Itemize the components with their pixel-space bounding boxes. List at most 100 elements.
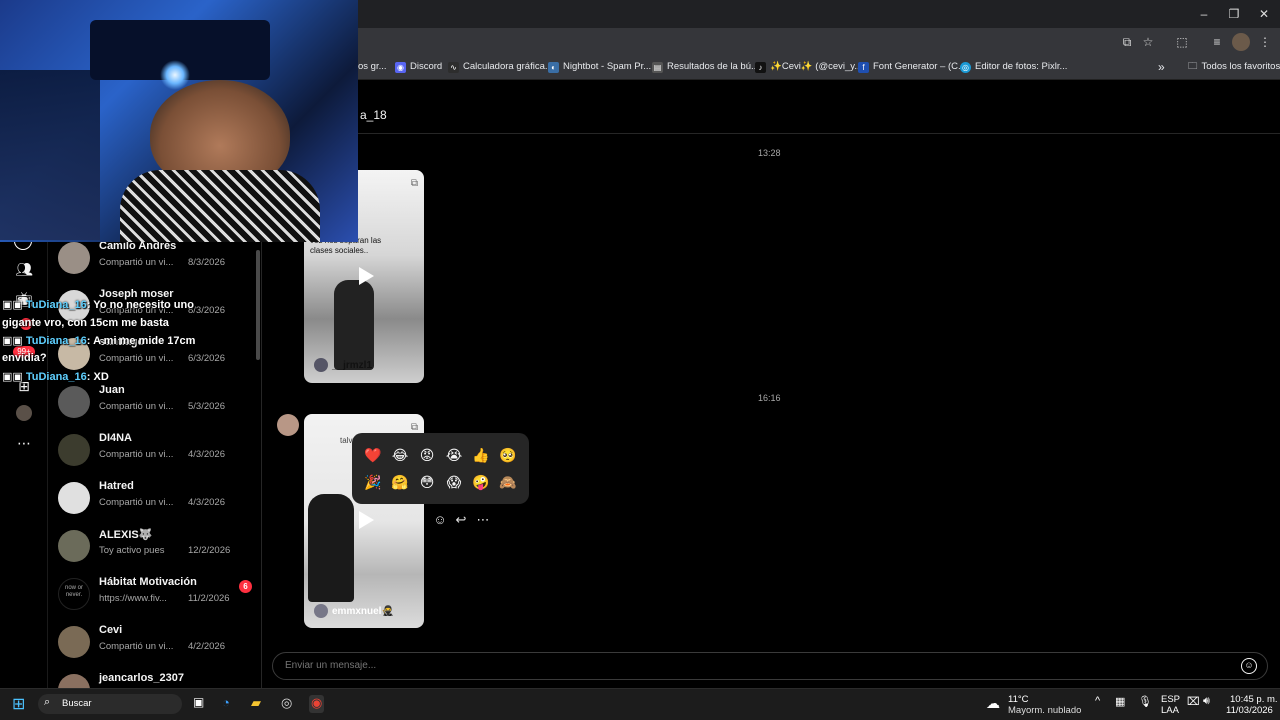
- more-icon[interactable]: ⋯: [14, 433, 34, 453]
- conversation-name: Cevi: [99, 624, 123, 636]
- list-item[interactable]: now or never. Hábitat Motivación https:/…: [58, 574, 258, 618]
- bookmark-item-fontgen[interactable]: f Font Generator – (C...: [858, 59, 966, 75]
- play-icon[interactable]: [359, 511, 374, 529]
- star-icon[interactable]: ☆: [1139, 33, 1157, 51]
- windows-start-icon[interactable]: ⊞: [12, 694, 25, 713]
- tray-app-icon[interactable]: ▦: [1115, 695, 1125, 713]
- reel-figure: [334, 280, 374, 370]
- more-options-icon[interactable]: ⋯: [474, 511, 492, 529]
- install-app-icon[interactable]: ⧉: [1118, 33, 1136, 51]
- reaction-party[interactable]: 🎉: [363, 472, 383, 492]
- avatar: [314, 358, 328, 372]
- people-icon[interactable]: 👥︎: [14, 259, 34, 279]
- reaction-hug[interactable]: 🤗: [390, 472, 410, 492]
- conversation-preview: Toy activo pues: [99, 545, 165, 556]
- bookmark-item-discord[interactable]: ◉ Discord: [395, 59, 442, 75]
- conversation-name: DI4NA: [99, 432, 133, 444]
- bookmark-item-tiktok[interactable]: ♪ ✨Cevi✨ (@cevi_y...: [755, 59, 862, 75]
- app-icon[interactable]: ◎: [281, 695, 292, 713]
- bookmark-item-1[interactable]: os gr...: [358, 59, 387, 75]
- conversation-date: 4/3/2026: [188, 497, 225, 508]
- conversation-name: jeancarlos_2307: [99, 672, 185, 684]
- webcam-overlay: [0, 0, 358, 242]
- taskbar-search[interactable]: ⌕ Buscar: [38, 694, 182, 714]
- edge-icon[interactable]: ◔: [222, 695, 230, 713]
- list-item[interactable]: Juan Compartió un vi... 5/3/2026: [58, 382, 258, 426]
- all-favorites-folder[interactable]: 🗀 Todos los favoritos: [1188, 59, 1280, 75]
- reel-icon: ⧉: [410, 178, 418, 189]
- desmos-icon: ∿: [448, 61, 459, 73]
- list-item[interactable]: ALEXIS🐺 Toy activo pues 12/2/2026: [58, 526, 258, 570]
- pixlr-icon: ◎: [960, 61, 971, 73]
- reaction-angry[interactable]: 😡: [417, 445, 437, 465]
- play-icon[interactable]: [359, 267, 374, 285]
- chevron-up-icon[interactable]: ^: [1095, 695, 1100, 713]
- stream-chat-line: gigante vro, con 15cm me basta: [2, 317, 169, 329]
- profile-avatar[interactable]: [1232, 33, 1250, 51]
- clock-date[interactable]: 11/03/2026: [1226, 705, 1273, 720]
- font-icon: f: [858, 61, 869, 73]
- avatar: [58, 626, 90, 658]
- reaction-laugh[interactable]: 😂: [390, 445, 410, 465]
- avatar: [58, 530, 90, 562]
- task-view-icon[interactable]: ▣: [193, 695, 204, 713]
- weather-icon[interactable]: ☁: [986, 695, 1000, 713]
- conversation-preview: Compartió un vi...: [99, 401, 174, 412]
- language-layout[interactable]: LAA: [1161, 705, 1179, 720]
- conversation-preview: Compartió un vi...: [99, 257, 174, 268]
- avatar[interactable]: [16, 405, 32, 421]
- minimize-icon[interactable]: –: [1196, 6, 1212, 22]
- reaction-heart[interactable]: ❤️: [363, 445, 383, 465]
- chrome-icon[interactable]: ◉: [309, 695, 325, 713]
- conversation-date: 5/3/2026: [188, 401, 225, 412]
- network-icon[interactable]: ⌧: [1187, 695, 1200, 713]
- list-item[interactable]: Hatred Compartió un vi... 4/3/2026: [58, 478, 258, 522]
- chat-username[interactable]: a_18: [360, 108, 387, 122]
- conversation-preview: https://www.fiv...: [99, 593, 167, 604]
- conversation-date: 12/2/2026: [188, 545, 231, 556]
- bookmark-item-results[interactable]: ▤ Resultados de la bú...: [652, 59, 759, 75]
- discord-icon: ◉: [395, 61, 406, 73]
- conversation-scrollbar[interactable]: [256, 250, 260, 360]
- avatar: [58, 242, 90, 274]
- conversation-date: 11/2/2026: [188, 593, 230, 604]
- message-input[interactable]: [285, 660, 1185, 671]
- reaction-thumbs-up[interactable]: 👍: [471, 445, 491, 465]
- react-icon[interactable]: ☺: [431, 511, 449, 529]
- menu-dots-icon[interactable]: ⋮: [1256, 33, 1274, 51]
- volume-icon[interactable]: 🔊︎: [1203, 695, 1210, 713]
- file-explorer-icon[interactable]: ▰: [251, 695, 261, 713]
- close-icon[interactable]: ✕: [1256, 6, 1272, 22]
- reaction-cry[interactable]: 😭: [444, 445, 464, 465]
- stream-chat-line: envidia?: [2, 352, 47, 364]
- conversation-name: Hábitat Motivación: [99, 576, 197, 588]
- emoji-icon[interactable]: ☺: [1241, 658, 1257, 674]
- reply-icon[interactable]: ↩: [452, 511, 470, 529]
- media-control-icon[interactable]: ≡: [1208, 33, 1226, 51]
- list-item[interactable]: Cevi Compartió un vi... 4/2/2026: [58, 622, 258, 666]
- extensions-icon[interactable]: ⬚: [1173, 33, 1191, 51]
- reaction-pleading[interactable]: 🥺: [498, 445, 518, 465]
- bookmark-item-desmos[interactable]: ∿ Calculadora gráfica...: [448, 59, 553, 75]
- avatar[interactable]: [277, 414, 299, 436]
- list-item[interactable]: Camilo Andres Compartió un vi... 8/3/202…: [58, 238, 258, 282]
- restore-icon[interactable]: ❐: [1226, 6, 1242, 22]
- conversation-date: 4/2/2026: [188, 641, 225, 652]
- bookmark-item-pixlr[interactable]: ◎ Editor de fotos: Pixlr...: [960, 59, 1067, 75]
- bookmark-item-nightbot[interactable]: ◐ Nightbot - Spam Pr...: [548, 59, 651, 75]
- reel-username: emmxnuel🥷: [332, 606, 394, 617]
- more-bookmarks-button[interactable]: »: [1158, 59, 1165, 75]
- stream-chat-line: ▣▣ TuDiana_16: XD: [2, 371, 109, 383]
- reaction-monkey[interactable]: 🙈: [498, 472, 518, 492]
- pc-setup: [0, 70, 100, 240]
- stream-chat-line: ▣▣ TuDiana_16: A mi me mide 17cm: [2, 335, 196, 347]
- reaction-zany[interactable]: 🤪: [471, 472, 491, 492]
- reaction-flushed[interactable]: 😳: [417, 472, 437, 492]
- avatar: now or never.: [58, 578, 90, 610]
- microphone-icon[interactable]: 🎙︎: [1138, 695, 1152, 713]
- reaction-scream[interactable]: 😱: [444, 472, 464, 492]
- reel-icon: ⧉: [410, 422, 418, 433]
- message-timestamp: 16:16: [758, 393, 781, 403]
- conversation-preview: Compartió un vi...: [99, 641, 174, 652]
- list-item[interactable]: DI4NA Compartió un vi... 4/3/2026: [58, 430, 258, 474]
